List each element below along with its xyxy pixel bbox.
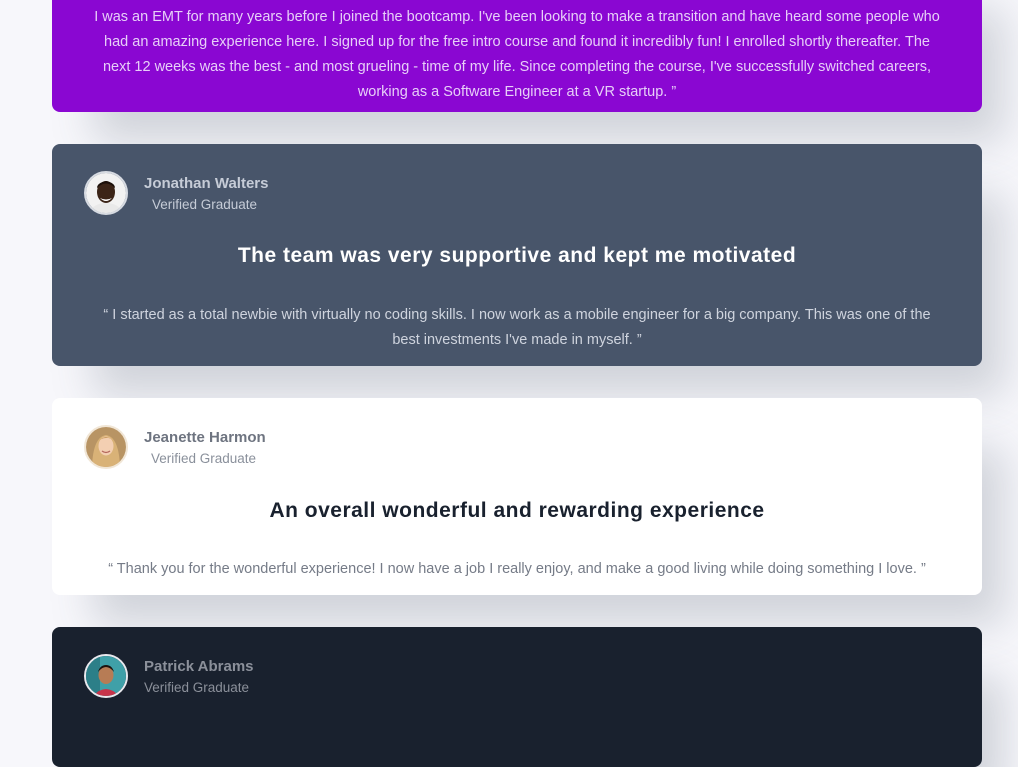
author-role: Verified Graduate [151, 451, 257, 466]
testimonial-quote: “ I started as a total newbie with virtu… [103, 306, 931, 348]
author-name: Jonathan Walters [144, 175, 269, 192]
avatar-jeanette [84, 425, 128, 469]
author-role: Verified Graduate [144, 680, 250, 695]
testimonial-quote: “ Thank you for the wonderful experience… [108, 560, 926, 577]
testimonial-card-1: I was an EMT for many years before I joi… [52, 0, 982, 112]
avatar-patrick [84, 654, 128, 698]
testimonial-headline: The team was very supportive and kept me… [237, 244, 797, 267]
testimonial-headline: An overall wonderful and rewarding exper… [269, 499, 765, 522]
author-name: Jeanette Harmon [144, 429, 266, 446]
testimonial-card-3: Jeanette Harmon Verified Graduate An ove… [52, 398, 982, 595]
avatar-jonathan [84, 171, 128, 215]
author-role: Verified Graduate [152, 197, 258, 212]
testimonial-quote: I was an EMT for many years before I joi… [94, 8, 940, 100]
testimonial-card-2: Jonathan Walters Verified Graduate The t… [52, 144, 982, 366]
author-name: Patrick Abrams [144, 658, 254, 675]
testimonial-card-4: Patrick Abrams Verified Graduate [52, 627, 982, 767]
